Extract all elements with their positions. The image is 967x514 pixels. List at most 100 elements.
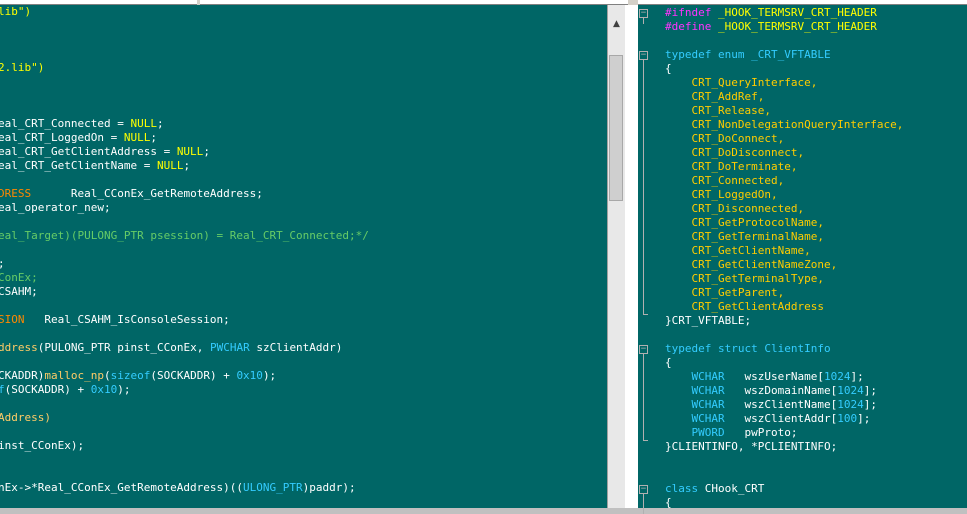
code-line[interactable]: CRT_DoConnect,	[665, 132, 784, 146]
fold-guide	[643, 354, 644, 440]
code-token: NULL	[130, 117, 157, 130]
scrollbar-thumb[interactable]	[609, 55, 623, 201]
code-line[interactable]: #ifndef _HOOK_TERMSRV_CRT_HEADER	[665, 6, 877, 20]
code-token: 1024	[837, 384, 864, 397]
code-token: wszClientAddr[	[724, 412, 838, 425]
code-line[interactable]: 2.lib")	[0, 61, 44, 75]
fold-toggle-icon[interactable]: −	[639, 9, 648, 18]
code-line[interactable]: ConEx;	[0, 271, 38, 285]
code-token: }CLIENTINFO, *PCLIENTINFO;	[665, 440, 838, 453]
code-token: 1024	[823, 370, 851, 383]
code-line[interactable]: WCHAR wszUserName[1024];	[665, 370, 864, 384]
code-line[interactable]: }CLIENTINFO, *PCLIENTINFO;	[665, 440, 837, 454]
code-token: Address)	[0, 411, 51, 424]
code-token: WCHAR	[691, 412, 725, 425]
fold-toggle-icon[interactable]: −	[639, 345, 648, 354]
code-token: ];	[850, 370, 864, 383]
pane-splitter[interactable]	[625, 5, 638, 508]
code-line[interactable]: f(SOCKADDR) + 0x10);	[0, 383, 130, 397]
fold-toggle-icon[interactable]: −	[639, 51, 648, 60]
code-line[interactable]: CRT_DoTerminate,	[665, 160, 797, 174]
code-line[interactable]: CRT_GetClientNameZone,	[665, 258, 837, 272]
code-line[interactable]: CRT_GetTerminalName,	[665, 230, 824, 244]
code-token: inst_CConEx);	[0, 439, 85, 452]
code-line[interactable]: eal_CRT_GetClientAddress = NULL;	[0, 145, 210, 159]
code-line[interactable]: eal_CRT_Connected = NULL;	[0, 117, 164, 131]
code-line[interactable]: CRT_GetParent,	[665, 286, 784, 300]
code-token: );	[117, 383, 131, 396]
code-line[interactable]: typedef struct ClientInfo	[665, 342, 831, 356]
left-editor-vertical-scrollbar[interactable]: ▲	[607, 5, 625, 508]
code-token: CRT_GetClientNameZone,	[665, 258, 838, 271]
code-line[interactable]: CRT_QueryInterface,	[665, 76, 817, 90]
code-token: CKADDR)	[0, 369, 45, 382]
code-line[interactable]: WCHAR wszClientAddr[100];	[665, 412, 871, 426]
code-line[interactable]: eal_Target)(PULONG_PTR psession) = Real_…	[0, 229, 369, 243]
code-token: NULL	[123, 131, 151, 144]
code-line[interactable]: CRT_Connected,	[665, 174, 784, 188]
code-token: ;	[183, 159, 191, 172]
code-line[interactable]: nEx->*Real_CConEx_GetRemoteAddress)((ULO…	[0, 481, 356, 495]
code-token: {	[665, 62, 672, 75]
code-line[interactable]: eal_operator_new;	[0, 201, 111, 215]
code-line[interactable]: CKADDR)malloc_np(sizeof(SOCKADDR) + 0x10…	[0, 369, 276, 383]
code-line[interactable]: ;	[0, 257, 5, 271]
code-token: CHook_CRT	[698, 482, 765, 495]
code-line[interactable]: {	[665, 496, 672, 508]
code-line[interactable]: {	[665, 356, 672, 370]
code-token: nEx->*Real_CConEx_GetRemoteAddress)((	[0, 481, 244, 494]
code-line[interactable]: CRT_GetTerminalType,	[665, 272, 824, 286]
code-line[interactable]: WCHAR wszClientName[1024];	[665, 398, 877, 412]
code-token: CRT_GetTerminalName,	[665, 230, 824, 243]
code-line[interactable]: CRT_GetProtocolName,	[665, 216, 823, 230]
code-token: CRT_GetTerminalType,	[665, 272, 824, 285]
right-code-editor[interactable]: #ifndef _HOOK_TERMSRV_CRT_HEADER #define …	[650, 5, 967, 508]
code-line[interactable]: typedef enum _CRT_VFTABLE	[665, 48, 831, 62]
code-token: szClientAddr)	[249, 341, 343, 354]
code-token: ;	[150, 131, 157, 144]
code-token: (SOCKADDR) +	[150, 369, 237, 382]
code-token: ];	[857, 412, 871, 425]
code-line[interactable]: class CHook_CRT	[665, 482, 764, 496]
code-token: class	[665, 482, 699, 495]
scroll-up-arrow-icon[interactable]: ▲	[608, 17, 625, 31]
code-line[interactable]: CRT_GetClientAddress	[665, 300, 824, 314]
code-token: eal_CRT_GetClientName =	[0, 159, 157, 172]
code-line[interactable]: CRT_DoDisconnect,	[665, 146, 804, 160]
code-token: malloc_np	[44, 369, 104, 382]
code-line[interactable]: WCHAR wszDomainName[1024];	[665, 384, 877, 398]
code-line[interactable]: CRT_GetClientName,	[665, 244, 810, 258]
code-line[interactable]: #define _HOOK_TERMSRV_CRT_HEADER	[665, 20, 877, 34]
code-line[interactable]: inst_CConEx);	[0, 439, 84, 453]
code-line[interactable]: }CRT_VFTABLE;	[665, 314, 751, 328]
code-line[interactable]: CRT_AddRef,	[665, 90, 764, 104]
code-line[interactable]: SION Real_CSAHM_IsConsoleSession;	[0, 313, 230, 327]
code-line[interactable]: eal_CRT_LoggedOn = NULL;	[0, 131, 157, 145]
code-line[interactable]: CRT_Disconnected,	[665, 202, 804, 216]
fold-end-marker	[643, 440, 648, 441]
code-token: 100	[837, 412, 858, 425]
code-token: CRT_AddRef,	[665, 90, 765, 103]
code-line[interactable]: CRT_NonDelegationQueryInterface,	[665, 118, 903, 132]
code-token: NULL	[176, 145, 204, 158]
code-token: CRT_GetClientAddress	[665, 300, 824, 313]
code-line[interactable]: eal_CRT_GetClientName = NULL;	[0, 159, 190, 173]
left-code-editor[interactable]: lib") 2.lib") eal_CRT_Connected = NULL; eal…	[0, 5, 607, 508]
code-line[interactable]: CRT_LoggedOn,	[665, 188, 777, 202]
code-line[interactable]: CRT_Release,	[665, 104, 771, 118]
code-line[interactable]: CSAHM;	[0, 285, 38, 299]
code-line[interactable]: PWORD pwProto;	[665, 426, 798, 440]
code-token: CRT_GetParent,	[665, 286, 785, 299]
code-token: (PULONG_PTR	[37, 341, 111, 354]
code-line[interactable]: {	[665, 62, 672, 76]
code-line[interactable]: DRESS Real_CConEx_GetRemoteAddress;	[0, 187, 263, 201]
code-token: CRT_Release,	[665, 104, 771, 117]
code-line[interactable]: ddress(PULONG_PTR pinst_CConEx, PWCHAR s…	[0, 341, 342, 355]
fold-toggle-icon[interactable]: −	[639, 485, 648, 494]
code-token: Real_CSAHM_IsConsoleSession;	[24, 313, 230, 326]
code-line[interactable]: lib")	[0, 5, 31, 19]
code-token: sizeof	[110, 369, 151, 382]
code-line[interactable]: Address)	[0, 411, 51, 425]
code-token: typedef struct	[665, 342, 758, 355]
